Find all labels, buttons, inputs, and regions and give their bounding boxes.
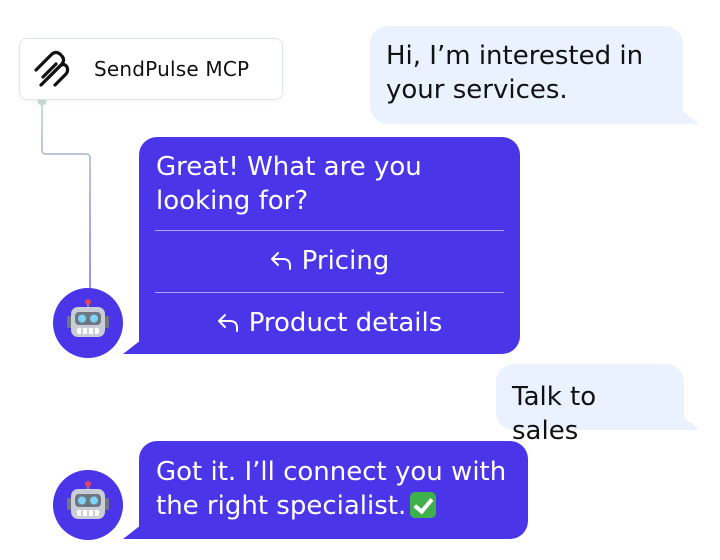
message-text: looking for?	[156, 186, 309, 216]
robot-face-icon	[67, 299, 109, 337]
bot-avatar	[53, 470, 123, 540]
quick-reply-label: Pricing	[301, 246, 390, 276]
quick-reply-product-details-button[interactable]: Product details	[155, 293, 504, 353]
mcp-integration-card: SendPulse MCP	[19, 38, 283, 100]
check-mark-emoji	[410, 492, 437, 518]
message-text: Talk to sales	[512, 382, 597, 446]
mcp-card-title: SendPulse MCP	[94, 57, 250, 81]
bot-avatar	[53, 288, 123, 358]
quick-reply-pricing-button[interactable]: Pricing	[155, 231, 504, 291]
quick-reply-label: Product details	[248, 308, 443, 338]
message-text: your services.	[386, 75, 568, 105]
message-text: Got it. I’ll connect you with	[156, 457, 507, 487]
user-message-bubble: Hi, I’m interested in your services.	[370, 26, 699, 124]
user-message-bubble: Talk to sales	[496, 364, 700, 446]
message-text: the right specialist.	[156, 491, 407, 521]
message-text: Great! What are you	[156, 152, 422, 182]
bot-message-bubble: Got it. I’ll connect you with the right …	[123, 441, 528, 539]
message-text: Hi, I’m interested in	[386, 41, 644, 71]
reply-arrow-icon	[217, 314, 238, 332]
robot-face-icon	[67, 481, 109, 519]
sendpulse-logo-icon	[34, 50, 70, 87]
bot-message-bubble: Great! What are you looking for? Pricing…	[123, 137, 520, 354]
reply-arrow-icon	[270, 252, 291, 270]
